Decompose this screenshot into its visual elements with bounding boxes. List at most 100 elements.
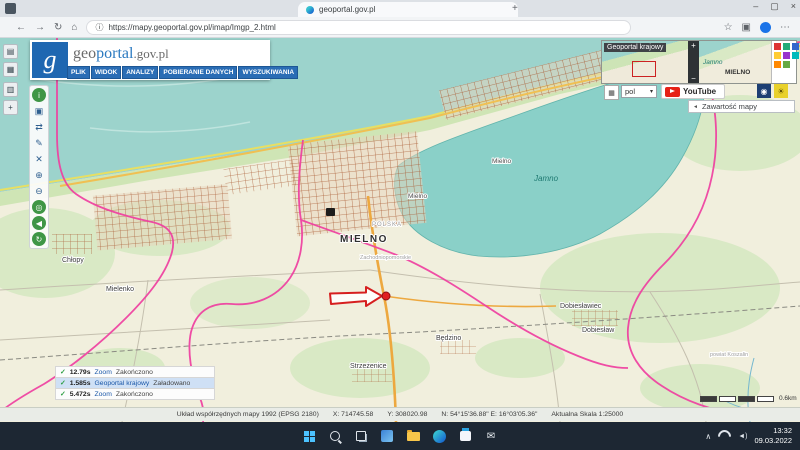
site-info-icon[interactable]: ⓘ <box>95 22 103 33</box>
overview-jamno-label: Jamno <box>703 59 723 66</box>
collections-icon[interactable]: ▣ <box>742 22 751 33</box>
search-button[interactable] <box>327 428 344 445</box>
erase-tool-icon[interactable]: ✕ <box>32 152 46 166</box>
brand-portal: portal <box>96 45 133 62</box>
brand-suffix: .gov.pl <box>133 46 168 61</box>
menu-analizy[interactable]: ANALIZY <box>122 66 158 79</box>
youtube-button[interactable]: YouTube <box>661 84 725 99</box>
overview-zoom-in-icon[interactable]: + <box>691 41 696 50</box>
map-label-strzezenice: Strzeżenice <box>350 363 387 370</box>
edge-button[interactable] <box>431 428 448 445</box>
file-explorer-button[interactable] <box>405 428 422 445</box>
language-caret-icon: ▾ <box>650 88 653 95</box>
map-label-bedzino: Będzino <box>436 335 461 342</box>
map-content-panel[interactable]: ◄ Zawartość mapy <box>688 100 795 113</box>
contrast-icon[interactable]: ☀ <box>774 84 788 98</box>
brand-geo: geo <box>73 45 96 62</box>
home-icon[interactable]: ⌂ <box>71 22 77 33</box>
previous-view-icon[interactable]: ◀ <box>32 216 46 230</box>
maximize-button[interactable]: ▢ <box>770 1 779 12</box>
map-label-mielno-b: Mielno <box>492 158 512 165</box>
sidebar-toggle-icon[interactable]: ▤ <box>3 44 18 59</box>
map-label-chlopy: Chłopy <box>62 257 84 264</box>
brand-title: geoportal.gov.pl <box>73 45 169 63</box>
geoportal-logo[interactable]: g <box>32 42 68 78</box>
tray-chevron-icon[interactable]: ∧ <box>705 432 711 441</box>
map-label-wojewodztwo: Zachodniopomorskie <box>360 255 411 261</box>
overview-panel: Geoportal krajowy + − Jamno MIELNO <box>601 40 797 84</box>
map-label-mielenko: Mielenko <box>106 286 134 293</box>
address-bar[interactable]: ⓘ https://mapy.geoportal.gov.pl/imap/Img… <box>86 20 631 35</box>
favorite-star-icon[interactable]: ☆ <box>724 22 733 33</box>
taskbar-time: 13:32 <box>754 426 792 436</box>
basemap-icon[interactable]: ▦ <box>604 85 619 100</box>
pan-tool-icon[interactable]: ⇄ <box>32 120 46 134</box>
legend-panel-icon[interactable]: ▥ <box>3 82 18 97</box>
workspace-icon[interactable] <box>5 3 16 14</box>
menu-widok[interactable]: WIDOK <box>91 66 121 79</box>
clock[interactable]: 13:32 09.03.2022 <box>754 426 792 446</box>
minimize-button[interactable]: – <box>753 1 758 12</box>
url-text: https://mapy.geoportal.gov.pl/imap/Imgp_… <box>108 23 275 32</box>
profile-avatar[interactable] <box>760 22 771 33</box>
visibility-icon[interactable]: ◉ <box>757 84 771 98</box>
page-content: MIELNO Mielno Mielno Jamno Mielenko Chło… <box>0 38 800 422</box>
store-button[interactable] <box>457 428 474 445</box>
message-row[interactable]: ✓ 5.472s Zoom Zakończono <box>55 388 215 400</box>
search-icon <box>330 431 340 441</box>
tab-title: geoportal.gov.pl <box>319 5 375 14</box>
scale-label: 0.6km <box>779 395 797 402</box>
coord-x: X: 714745.58 <box>333 411 373 418</box>
window-controls: – ▢ × <box>753 1 796 12</box>
overview-mielno-label: MIELNO <box>725 69 750 76</box>
overview-zoom-out-icon[interactable]: − <box>691 74 696 83</box>
volume-icon[interactable]: ◄) <box>738 433 747 440</box>
loading-messages: ✓ 12.79s Zoom Zakończono ✓ 1.585s Geopor… <box>55 367 215 400</box>
more-menu-icon[interactable]: ⋯ <box>780 22 790 33</box>
start-button[interactable] <box>301 428 318 445</box>
language-select[interactable]: pol ▾ <box>621 85 657 98</box>
new-tab-button[interactable]: + <box>512 3 518 14</box>
location-marker[interactable] <box>382 292 390 300</box>
refresh-map-icon[interactable]: ↻ <box>32 232 46 246</box>
edge-icon <box>433 430 446 443</box>
back-icon[interactable]: ← <box>16 22 26 33</box>
scale-bar: 0.6km <box>700 395 797 402</box>
zoom-out-icon[interactable]: ⊖ <box>32 184 46 198</box>
message-status: Zakończono <box>116 391 153 398</box>
check-icon: ✓ <box>60 379 66 387</box>
overview-zoom-strip: + − <box>688 41 699 83</box>
browser-tab[interactable]: geoportal.gov.pl <box>298 2 518 17</box>
browser-actions: ☆ ▣ ⋯ <box>724 22 790 33</box>
zoom-in-icon[interactable]: ⊕ <box>32 168 46 182</box>
message-action: Zoom <box>95 369 112 376</box>
overview-viewport-box[interactable] <box>632 61 656 77</box>
layers-panel-icon[interactable]: ▦ <box>3 62 18 77</box>
tab-favicon-icon <box>306 6 314 14</box>
measure-tool-icon[interactable]: ✎ <box>32 136 46 150</box>
menu-plik[interactable]: PLIK <box>67 66 90 79</box>
map-label-jamno: Jamno <box>533 174 559 183</box>
task-view-button[interactable] <box>353 428 370 445</box>
wifi-icon[interactable] <box>715 427 733 445</box>
overview-detail-map[interactable]: Jamno MIELNO <box>699 41 771 83</box>
menu-wyszukiwania[interactable]: WYSZUKIWANIA <box>238 66 298 79</box>
mail-button[interactable]: ✉ <box>483 428 500 445</box>
map-content-label: Zawartość mapy <box>702 102 757 111</box>
message-action: Zoom <box>95 391 112 398</box>
close-button[interactable]: × <box>791 1 796 12</box>
map-label-dobieslawiec: Dobiesławiec <box>560 303 602 310</box>
check-icon: ✓ <box>60 368 66 376</box>
info-tool-icon[interactable]: i <box>32 88 46 102</box>
add-layer-icon[interactable]: + <box>3 100 18 115</box>
full-extent-icon[interactable]: ◎ <box>32 200 46 214</box>
select-window-icon[interactable]: ▣ <box>32 104 46 118</box>
forward-icon[interactable]: → <box>35 22 45 33</box>
refresh-icon[interactable]: ↻ <box>54 22 62 33</box>
widgets-button[interactable] <box>379 428 396 445</box>
road-marker <box>326 208 335 216</box>
coord-y: Y: 308020.98 <box>387 411 427 418</box>
browser-toolbar: ← → ↻ ⌂ ⓘ https://mapy.geoportal.gov.pl/… <box>0 17 800 38</box>
menu-pobieranie-danych[interactable]: POBIERANIE DANYCH <box>159 66 237 79</box>
widgets-icon <box>381 430 393 442</box>
